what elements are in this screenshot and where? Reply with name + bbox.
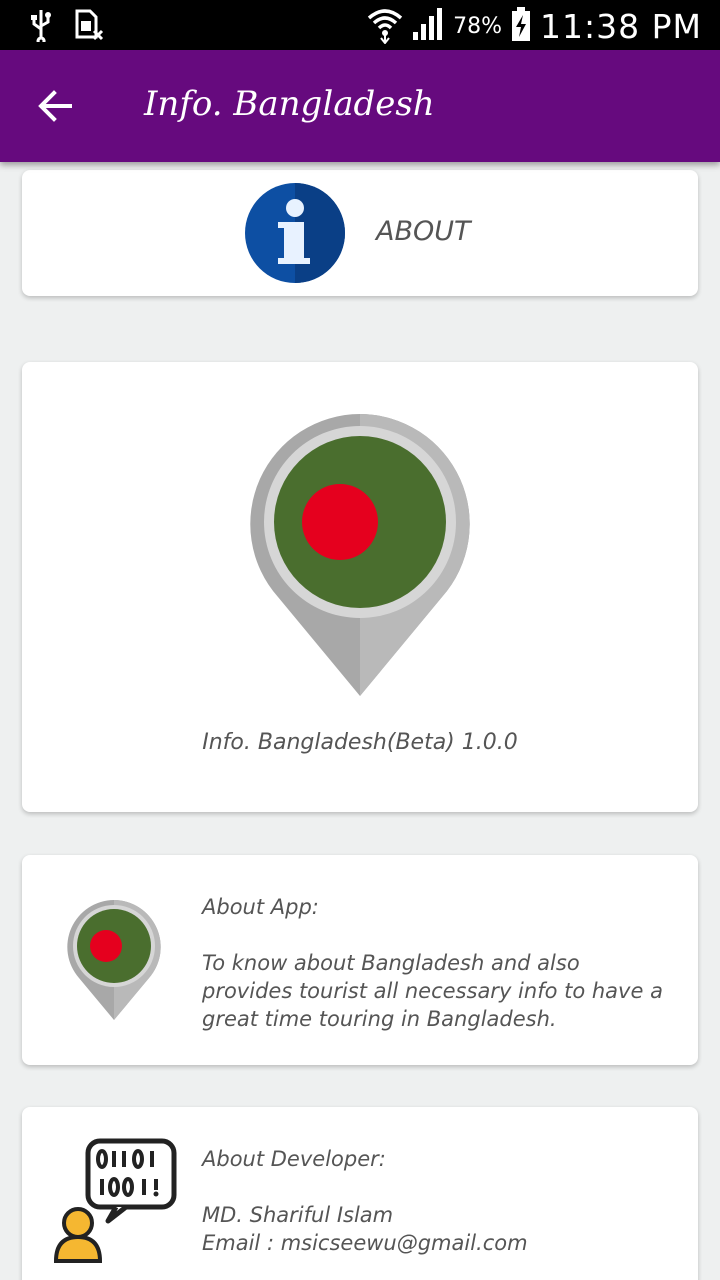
about-app-heading: About App: (202, 895, 319, 919)
usb-icon (28, 8, 54, 46)
about-developer-card: About Developer: MD. Shariful Islam Emai… (22, 1107, 698, 1280)
battery-charging-icon (510, 6, 532, 46)
app-bar: Info. Bangladesh (0, 50, 720, 162)
about-app-description: To know about Bangladesh and also provid… (202, 951, 663, 1031)
info-icon (244, 182, 346, 284)
clock: 11:38 PM (540, 6, 702, 46)
wifi-icon (367, 4, 403, 48)
about-card[interactable]: ABOUT (22, 170, 698, 296)
version-text: Info. Bangladesh(Beta) 1.0.0 (202, 730, 518, 755)
about-app-card: About App: To know about Bangladesh and … (22, 855, 698, 1065)
signal-icon (411, 6, 445, 46)
battery-percent: 78% (453, 13, 503, 39)
bangladesh-map-pin-icon (66, 899, 162, 1021)
arrow-back-icon[interactable] (34, 84, 78, 128)
developer-binary-icon (52, 1137, 178, 1263)
about-developer-heading: About Developer: (202, 1147, 386, 1171)
no-sim-icon (74, 9, 104, 45)
about-label: ABOUT (376, 216, 471, 247)
status-bar: 78% 11:38 PM (0, 0, 720, 50)
developer-name: MD. Shariful Islam (202, 1203, 394, 1227)
bangladesh-map-pin-icon (248, 412, 472, 698)
app-title: Info. Bangladesh (144, 84, 435, 124)
developer-email[interactable]: Email : msicseewu@gmail.com (202, 1231, 528, 1255)
app-logo-card: Info. Bangladesh(Beta) 1.0.0 (22, 362, 698, 812)
